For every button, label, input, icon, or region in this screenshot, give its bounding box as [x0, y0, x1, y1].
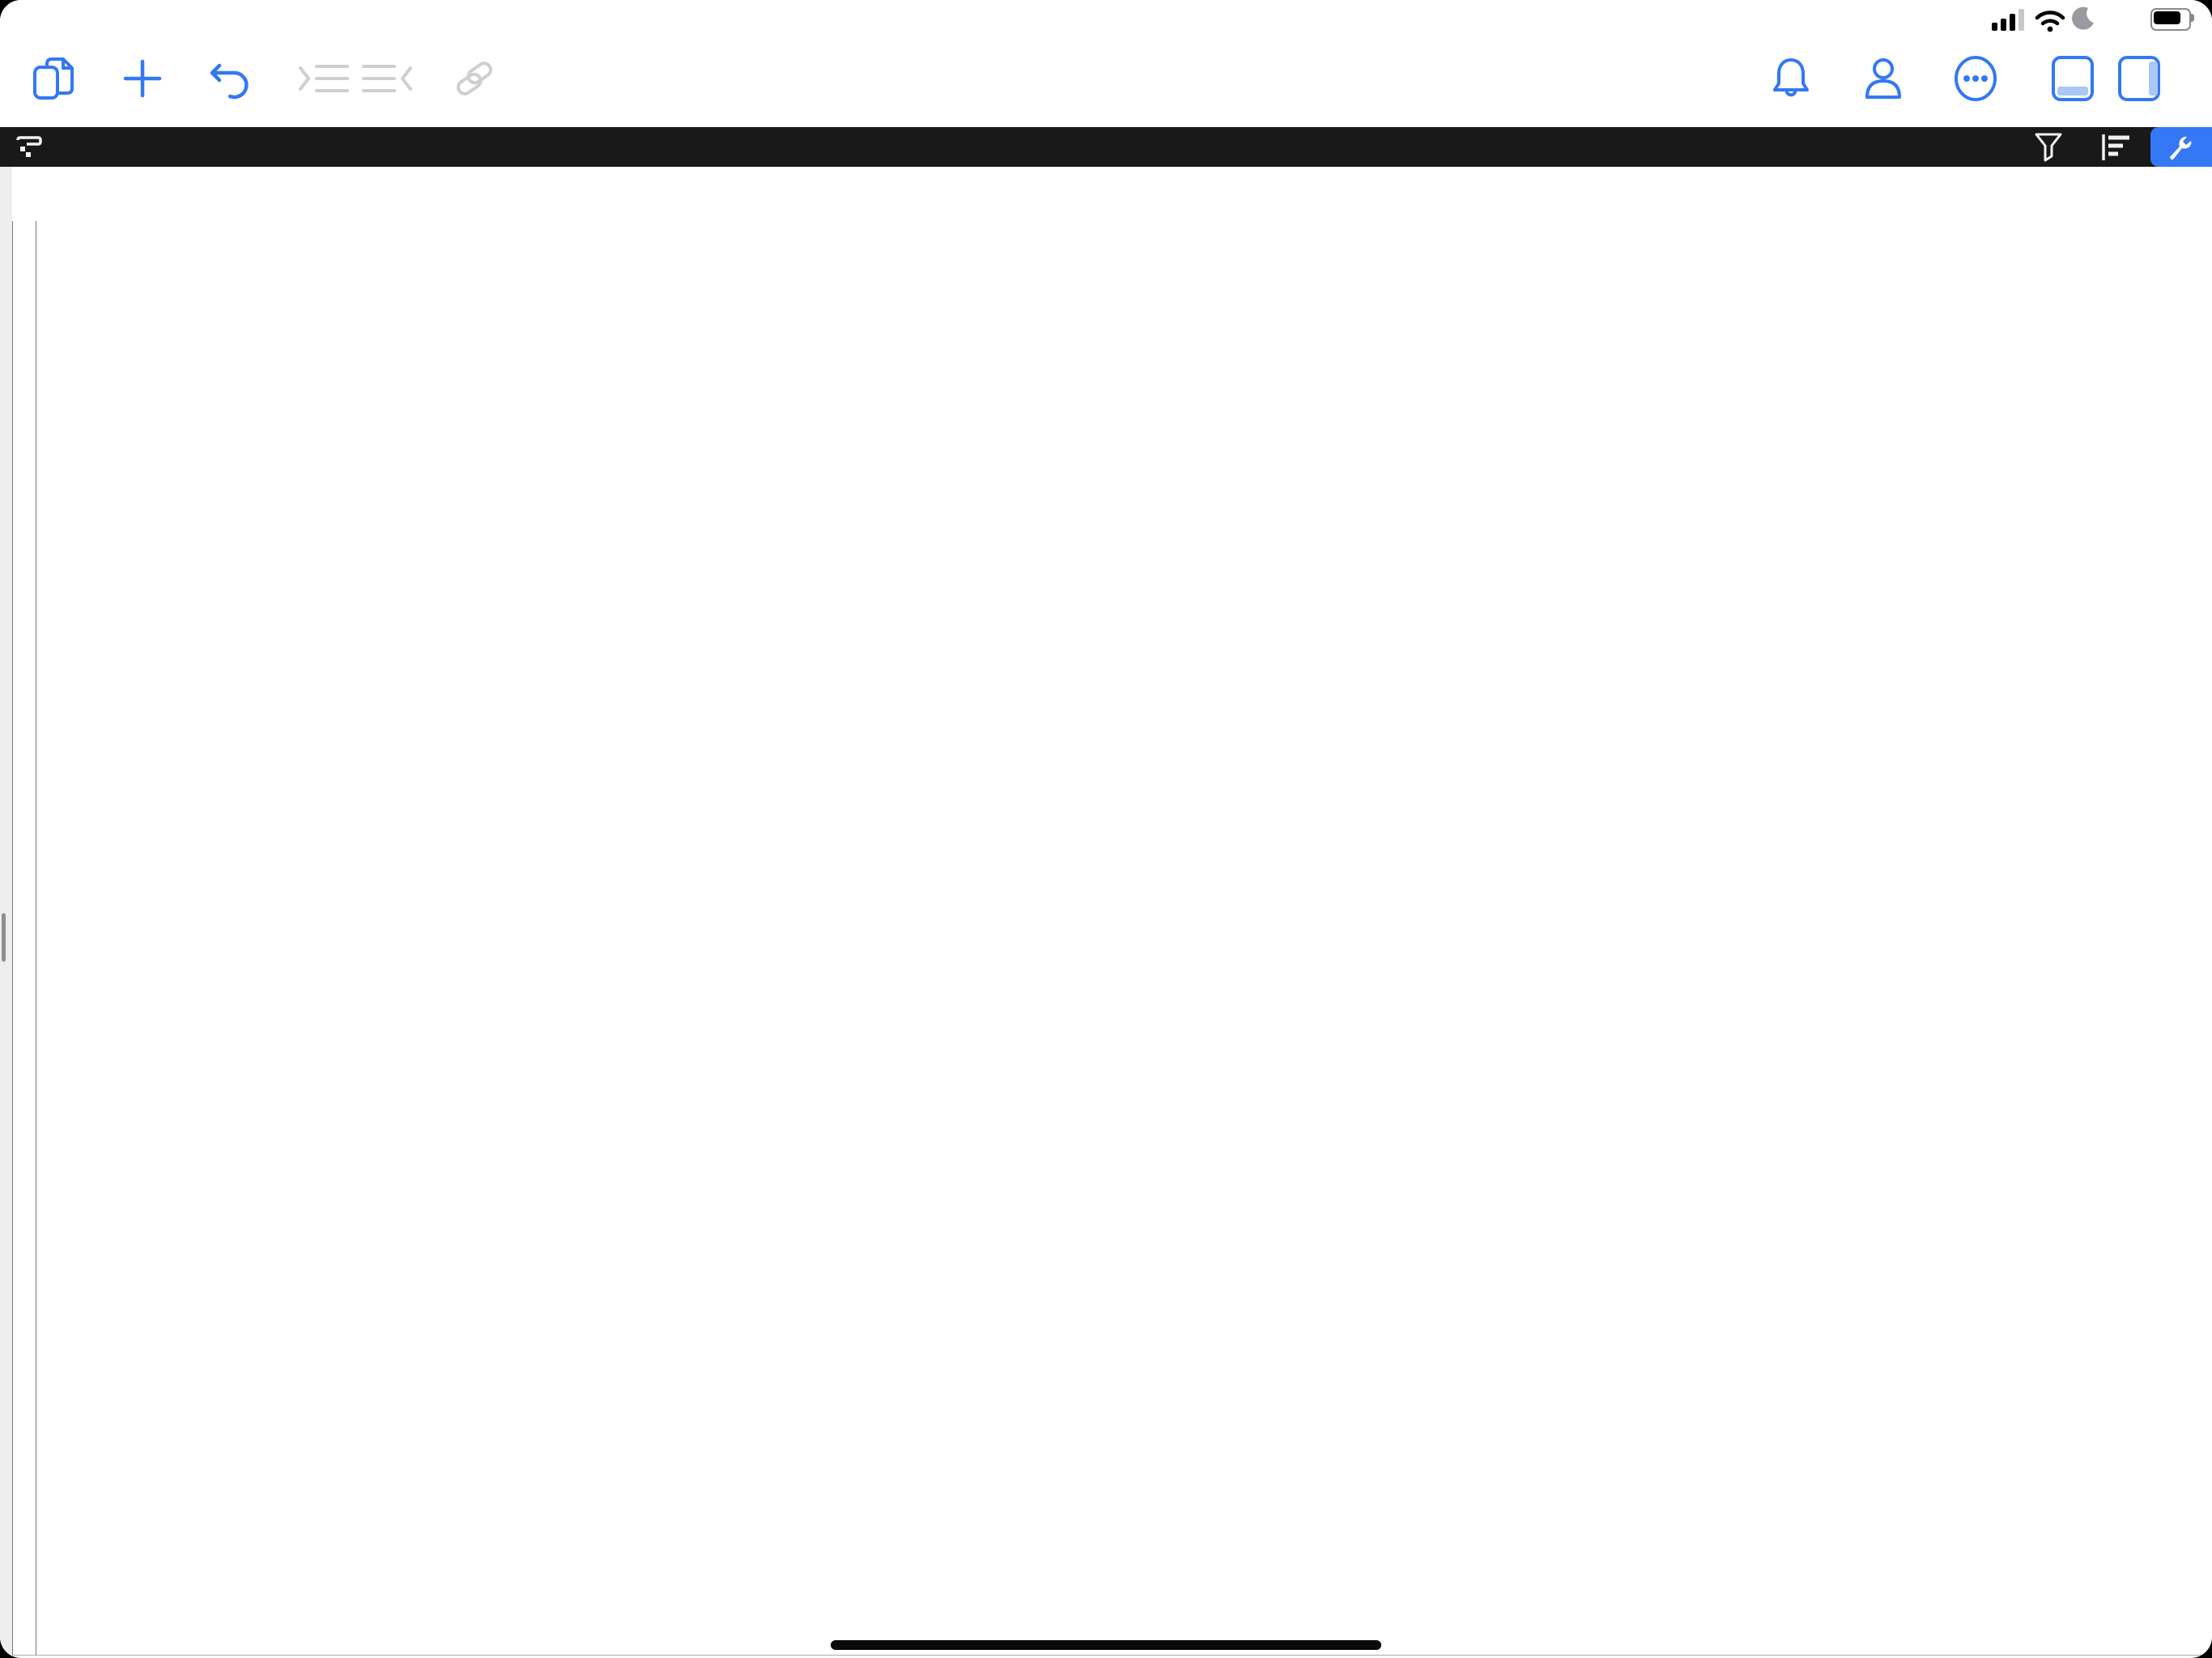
outline-view-icon[interactable]: [15, 135, 43, 159]
battery-nub: [2191, 14, 2194, 22]
bottom-panel-toggle-icon[interactable]: [2050, 54, 2095, 103]
filter-funnel-icon[interactable]: [2034, 132, 2063, 163]
wifi-icon: [2034, 7, 2066, 33]
moon-dnd-icon: [2071, 6, 2095, 31]
vertical-scroll-indicator[interactable]: [2, 913, 6, 962]
user-icon[interactable]: [1862, 57, 1904, 100]
add-icon[interactable]: [122, 58, 163, 99]
top-chrome: [0, 0, 2212, 127]
battery-icon: [2150, 8, 2191, 31]
wrench-icon: [2167, 133, 2196, 162]
undo-icon[interactable]: [208, 57, 252, 100]
more-options-icon[interactable]: [1953, 56, 1998, 101]
collapse-gutter: [12, 221, 36, 1655]
home-indicator[interactable]: [831, 1640, 1381, 1650]
documents-icon[interactable]: [32, 56, 74, 101]
link-icon[interactable]: [452, 56, 497, 101]
right-panel-toggle-icon[interactable]: [2116, 54, 2162, 103]
notifications-bell-icon[interactable]: [1772, 57, 1810, 100]
view-breadcrumb-bar: [0, 127, 2212, 167]
left-margin: [0, 167, 12, 1658]
indent-icon[interactable]: [297, 60, 351, 97]
outline-levels-icon[interactable]: [2100, 133, 2133, 162]
chart-bottom-edge: [12, 1655, 2212, 1656]
outdent-icon[interactable]: [360, 60, 414, 97]
ipad-screen: [0, 0, 2212, 1658]
settings-wrench-button[interactable]: [2150, 127, 2212, 167]
